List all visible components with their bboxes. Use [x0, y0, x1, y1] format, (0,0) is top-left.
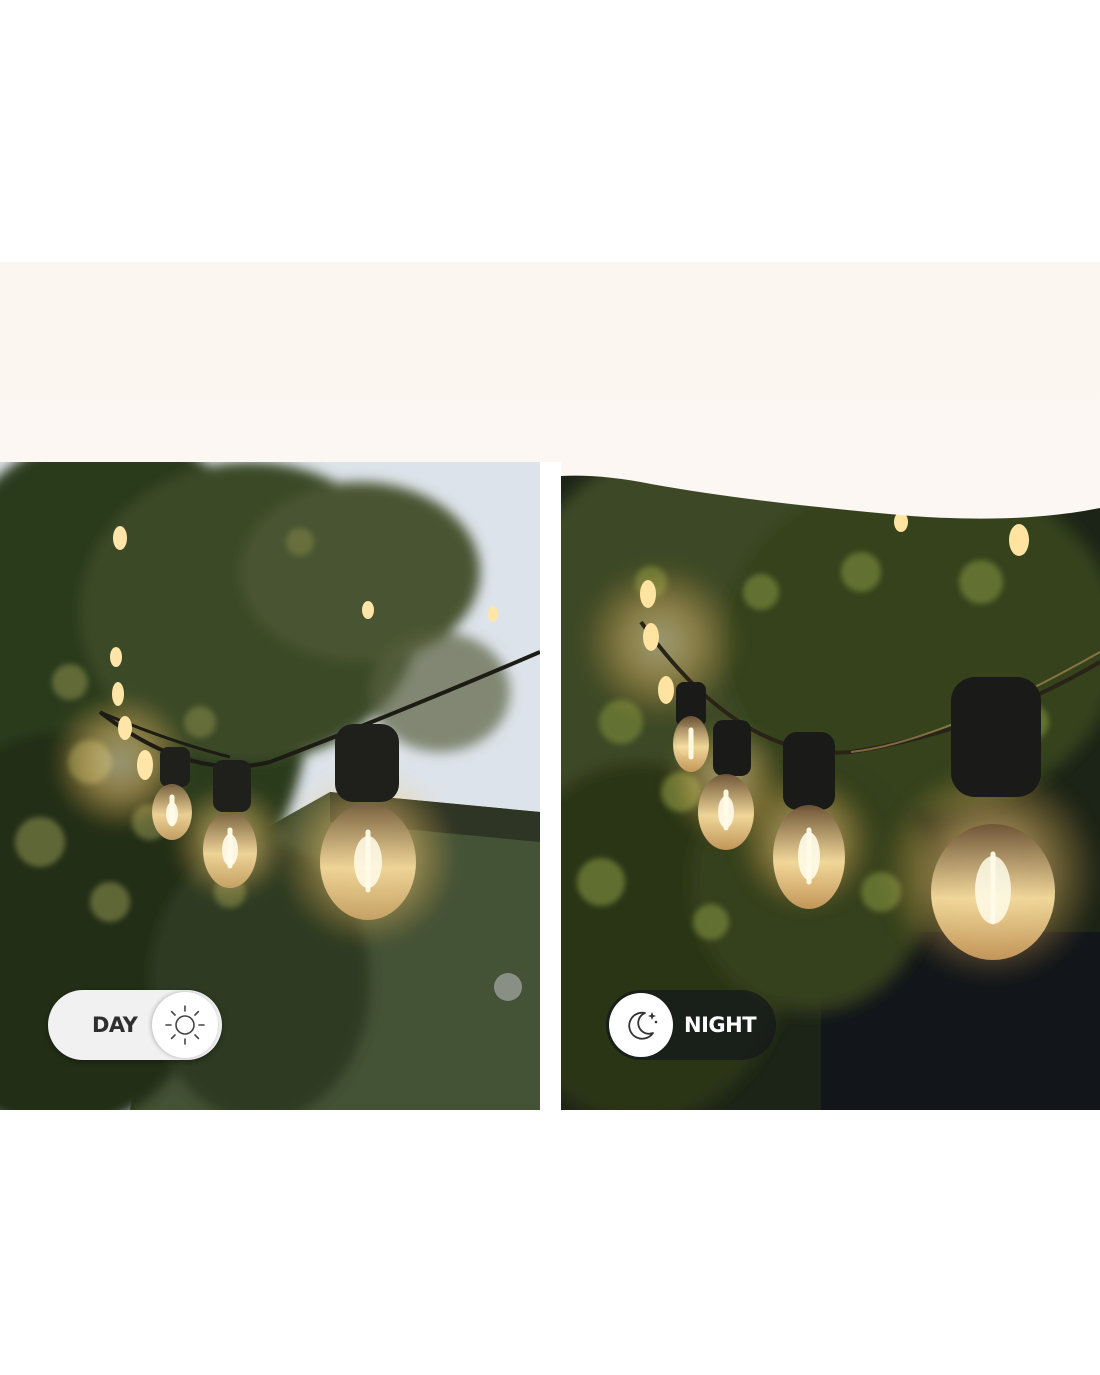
sun-icon	[165, 1005, 205, 1045]
day-toggle-label: DAY	[92, 1013, 138, 1037]
wave-divider	[561, 462, 1100, 519]
day-toggle[interactable]: DAY	[48, 990, 222, 1060]
night-toggle-knob[interactable]	[609, 993, 673, 1057]
night-toggle-label: NIGHT	[684, 1013, 757, 1037]
moon-icon	[628, 1011, 658, 1040]
day-toggle-knob[interactable]	[152, 992, 218, 1058]
night-toggle[interactable]: NIGHT	[606, 990, 776, 1060]
top-cream-band	[0, 262, 1100, 462]
